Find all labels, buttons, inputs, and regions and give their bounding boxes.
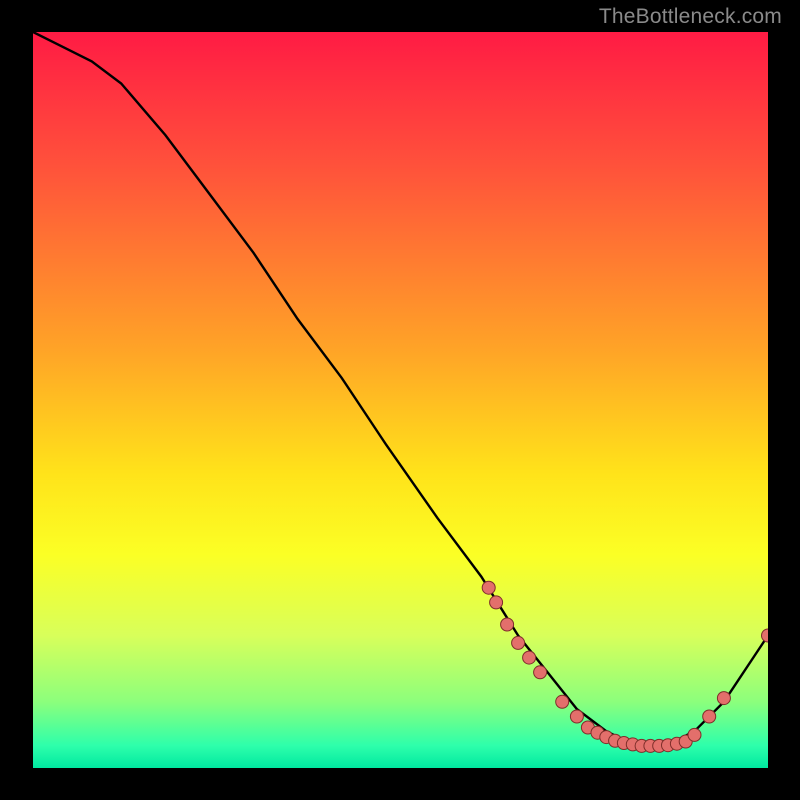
data-point	[717, 692, 730, 705]
data-point	[534, 666, 547, 679]
data-markers	[482, 581, 768, 752]
data-point	[703, 710, 716, 723]
chart-stage: TheBottleneck.com	[0, 0, 800, 800]
data-point	[762, 629, 769, 642]
data-point	[556, 695, 569, 708]
watermark-text: TheBottleneck.com	[599, 6, 782, 27]
data-point	[501, 618, 514, 631]
data-point	[512, 636, 525, 649]
data-point	[688, 728, 701, 741]
plot-area	[33, 32, 768, 768]
chart-svg	[33, 32, 768, 768]
data-point	[523, 651, 536, 664]
data-point	[570, 710, 583, 723]
data-point	[490, 596, 503, 609]
bottleneck-curve	[33, 32, 768, 746]
data-point	[482, 581, 495, 594]
